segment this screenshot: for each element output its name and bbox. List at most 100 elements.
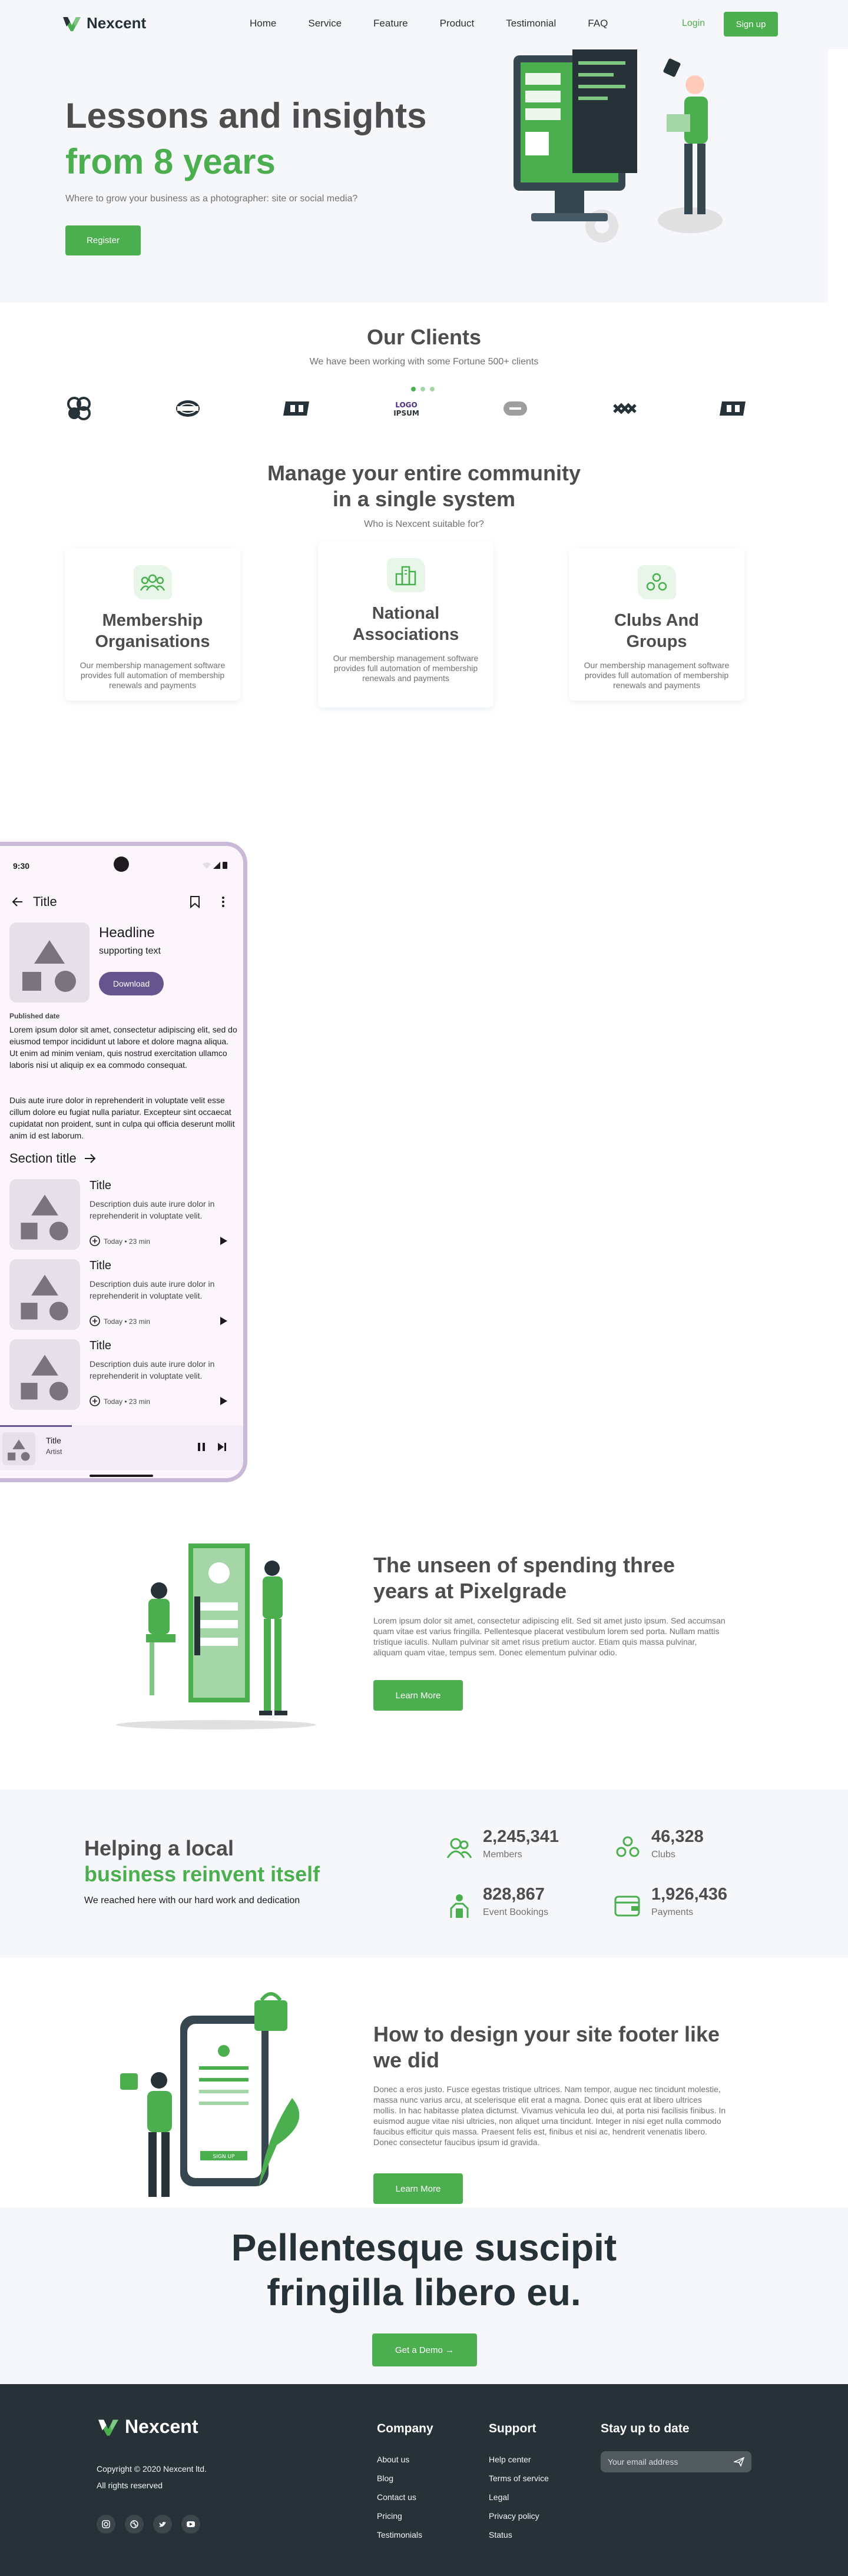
footer-link-privacy[interactable]: Privacy policy (489, 2511, 549, 2521)
dribbble-icon (130, 2520, 138, 2528)
carousel-dot[interactable] (420, 387, 425, 391)
card-title-line1: Membership (102, 611, 203, 630)
add-circle-icon[interactable] (90, 1396, 100, 1406)
download-button[interactable]: Download (99, 972, 164, 995)
card-title: National Associations (318, 603, 493, 645)
clients-subtitle: We have been working with some Fortune 5… (309, 357, 539, 367)
add-circle-icon[interactable] (90, 1236, 100, 1246)
clients-title: Our Clients (366, 325, 482, 349)
newsletter-heading: Stay up to date (601, 2422, 690, 2435)
footer-design-title: How to design your site footer like we d… (373, 2021, 797, 2073)
list-title: Title (90, 1339, 112, 1352)
status-icons (203, 861, 227, 869)
hero-title: Lessons and insights from 8 years (65, 93, 426, 185)
carousel-dot[interactable] (430, 387, 435, 391)
unseen-desc: Lorem ipsum dolor sit amet, consectetur … (373, 1616, 726, 1657)
footer-copyright: Copyright © 2020 Nexcent ltd. (97, 2464, 207, 2474)
hero-title-line2: from 8 years (65, 142, 276, 181)
brand-logo[interactable]: Nexcent (62, 14, 146, 32)
nav-service[interactable]: Service (308, 18, 342, 29)
card-membership[interactable]: Membership Organisations Our membership m… (65, 549, 240, 701)
play-icon[interactable] (220, 1317, 227, 1325)
card-icon-wrap (133, 565, 172, 599)
support-links: Help center Terms of service Legal Priva… (489, 2455, 549, 2540)
footer-link-contact[interactable]: Contact us (377, 2492, 422, 2502)
hero-illustration (514, 49, 723, 243)
community-title: Manage your entire community in a single… (0, 460, 848, 512)
more-vert-icon[interactable] (221, 895, 225, 908)
footer-link-legal[interactable]: Legal (489, 2492, 549, 2502)
list-item[interactable]: Title Description duis aute irure dolor … (9, 1259, 239, 1333)
nav-feature[interactable]: Feature (373, 18, 408, 29)
add-circle-icon[interactable] (90, 1316, 100, 1326)
client-logo-5-icon (504, 401, 528, 416)
members-icon (446, 1838, 472, 1858)
card-title-line2: Groups (626, 632, 687, 651)
clubs-icon (646, 573, 667, 591)
section-header[interactable]: Section title (9, 1151, 97, 1166)
card-desc: Our membership management software provi… (584, 660, 730, 690)
youtube-link[interactable] (181, 2515, 200, 2534)
stat-events-value: 828,867 (483, 1885, 545, 1904)
play-icon[interactable] (220, 1237, 227, 1245)
footer-design-title-line2: we did (373, 2048, 440, 2072)
card-title-line2: Associations (352, 625, 459, 644)
footer-rights: All rights reserved (97, 2481, 163, 2490)
members-icon (140, 574, 165, 591)
list-meta: Today • 23 min (104, 1237, 150, 1246)
instagram-link[interactable] (97, 2515, 115, 2534)
dribbble-link[interactable] (125, 2515, 144, 2534)
list-item[interactable]: Title Description duis aute irure dolor … (9, 1179, 239, 1253)
card-associations[interactable]: National Associations Our membership mana… (318, 542, 493, 708)
stats-title-line2: business reinvent itself (84, 1862, 320, 1886)
login-link[interactable]: Login (682, 18, 705, 29)
hero-subtitle: Where to grow your business as a photogr… (65, 194, 358, 204)
skip-next-icon[interactable] (218, 1443, 226, 1451)
footer-link-terms[interactable]: Terms of service (489, 2474, 549, 2483)
footer-link-blog[interactable]: Blog (377, 2474, 422, 2483)
get-demo-button[interactable]: Get a Demo → (372, 2333, 477, 2366)
nav-home[interactable]: Home (250, 18, 276, 29)
clubs-icon (616, 1836, 640, 1857)
email-input[interactable] (608, 2456, 726, 2468)
back-arrow-icon[interactable] (11, 895, 24, 908)
mini-player[interactable]: Title Artist (0, 1425, 243, 1470)
body-paragraph-2: Duis aute irure dolor in reprehenderit i… (9, 1096, 235, 1140)
placeholder-shapes-icon (21, 1274, 68, 1321)
client-logo-3-icon (283, 401, 309, 416)
client-logo-2-icon (176, 400, 200, 417)
footer-link-pricing[interactable]: Pricing (377, 2511, 422, 2521)
register-button[interactable]: Register (65, 225, 141, 255)
svg-text:SIGN UP: SIGN UP (213, 2154, 236, 2160)
twitter-link[interactable] (153, 2515, 172, 2534)
list-thumbnail (9, 1259, 80, 1330)
stat-events-label: Event Bookings (483, 1907, 549, 1917)
unseen-title: The unseen of spending three years at Pi… (373, 1552, 786, 1604)
published-date: Published date (9, 1012, 60, 1020)
learn-more-button[interactable]: Learn More (373, 2173, 463, 2204)
stat-payments-label: Payments (651, 1907, 694, 1917)
nav-testimonial[interactable]: Testimonial (506, 18, 556, 29)
footer-link-status[interactable]: Status (489, 2530, 549, 2540)
footer-link-about[interactable]: About us (377, 2455, 422, 2464)
signal-icon (213, 861, 220, 869)
bookmark-icon[interactable] (190, 895, 200, 908)
carousel-dot-active[interactable] (411, 387, 416, 391)
send-icon[interactable] (734, 2457, 744, 2467)
home-indicator (90, 1475, 153, 1477)
footer-link-testimonials[interactable]: Testimonials (377, 2530, 422, 2540)
unseen-title-line1: The unseen of spending three (373, 1553, 675, 1577)
signup-button[interactable]: Sign up (724, 12, 778, 36)
learn-more-button[interactable]: Learn More (373, 1680, 463, 1711)
footer-logo[interactable]: Nexcent (97, 2416, 198, 2438)
footer-link-help[interactable]: Help center (489, 2455, 549, 2464)
nav-faq[interactable]: FAQ (588, 18, 608, 29)
play-icon[interactable] (220, 1397, 227, 1405)
headline-image (9, 922, 90, 1002)
pause-icon[interactable] (198, 1443, 205, 1451)
list-meta: Today • 23 min (104, 1317, 150, 1326)
placeholder-shapes-icon (8, 1439, 30, 1461)
list-item[interactable]: Title Description duis aute irure dolor … (9, 1339, 239, 1413)
nav-product[interactable]: Product (440, 18, 475, 29)
card-clubs[interactable]: Clubs And Groups Our membership managemen… (569, 549, 744, 701)
